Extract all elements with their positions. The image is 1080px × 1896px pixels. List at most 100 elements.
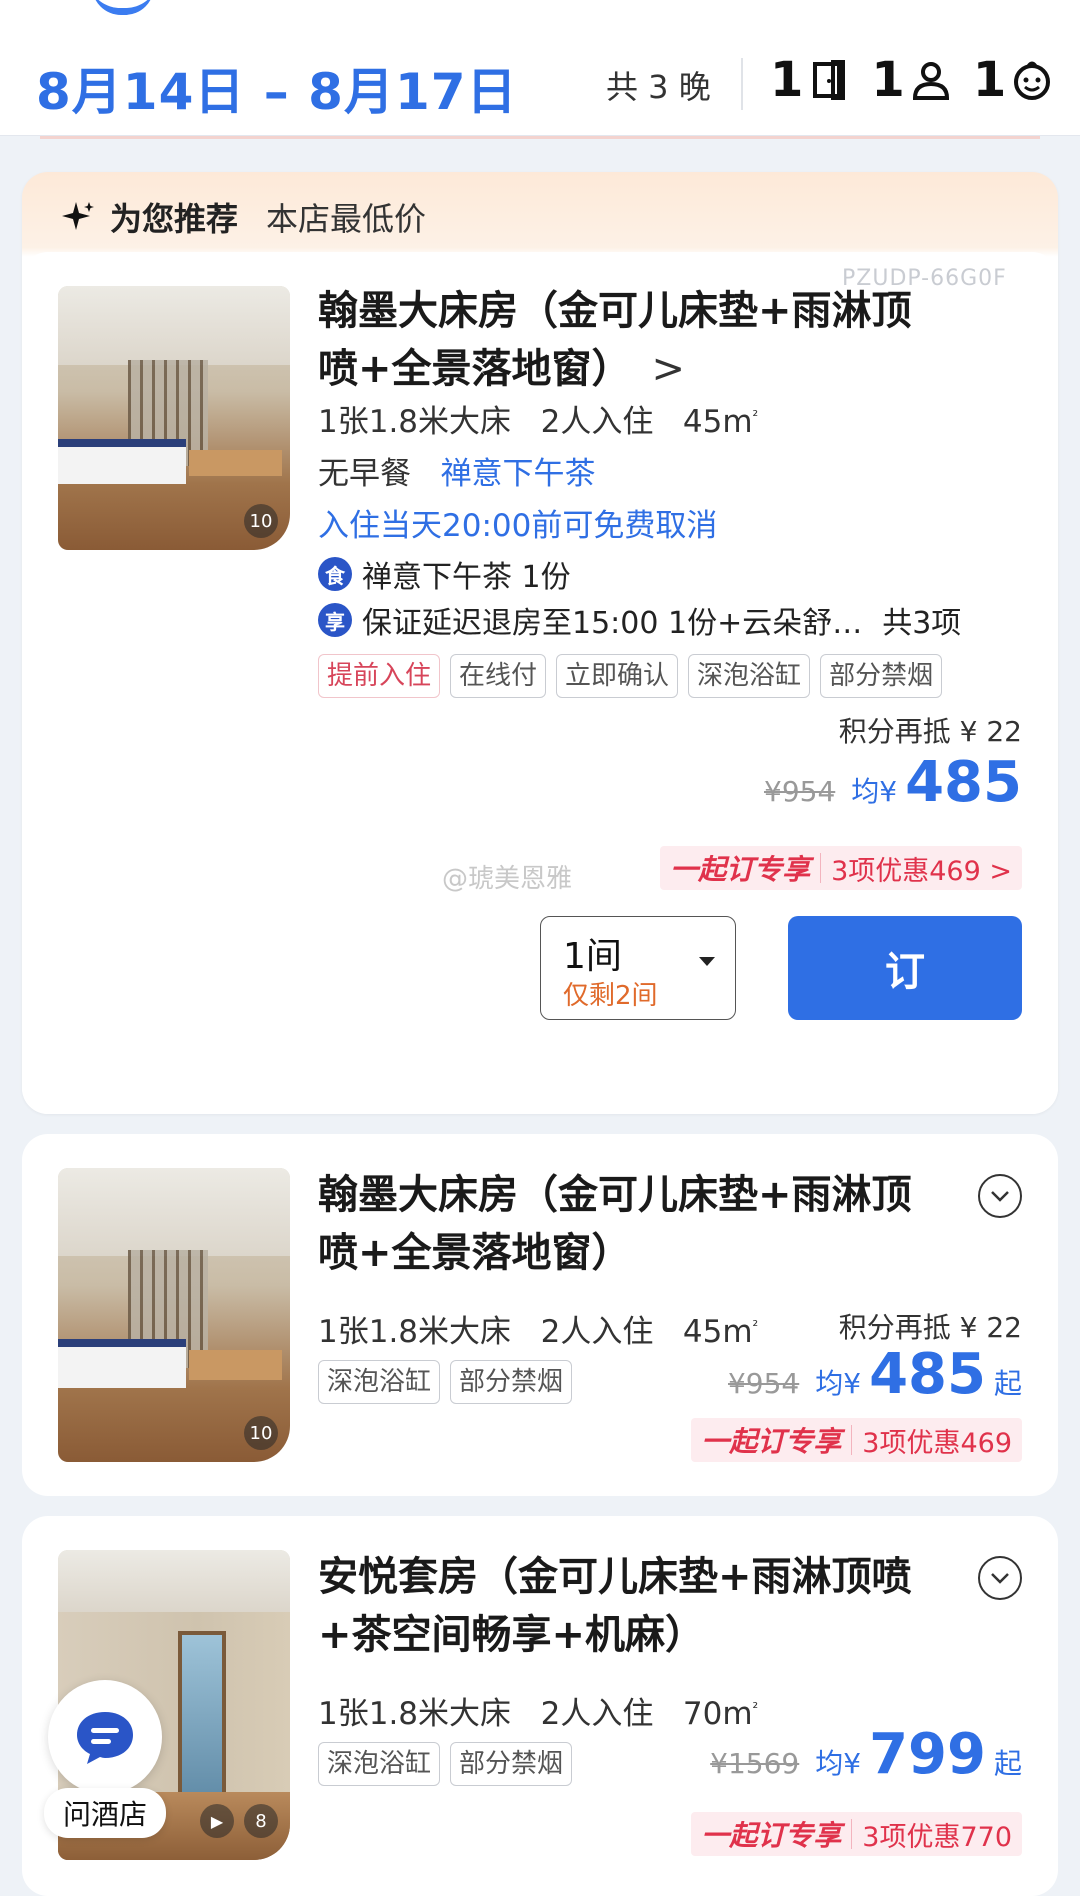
cancel-policy[interactable]: 入住当天20:00前可免费取消 xyxy=(318,500,717,545)
tag: 立即确认 xyxy=(556,654,679,698)
nights-count: 共 3 晚 xyxy=(606,68,711,106)
recommend-subtitle: 本店最低价 xyxy=(266,200,427,238)
room-tags: 提前入住 在线付 立即确认 深泡浴缸 部分禁烟 xyxy=(318,654,943,698)
bed-type: 1张1.8米大床 xyxy=(318,1696,512,1732)
avg-label: 均¥ xyxy=(815,1747,862,1780)
room-name[interactable]: 翰墨大床房（金可儿床垫+雨淋顶喷+全景落地窗） xyxy=(318,1166,938,1282)
perk-food: 食 禅意下午茶 1份 xyxy=(318,552,571,596)
promo-label: 一起订专享 xyxy=(701,1819,842,1852)
chevron-right-icon: > xyxy=(651,346,686,392)
watermark-text: @琥美恩雅 xyxy=(442,864,573,894)
recommend-banner: 为您推荐 本店最低价 xyxy=(62,194,426,240)
expand-chevron-icon[interactable] xyxy=(978,1174,1022,1218)
room-tags: 深泡浴缸 部分禁烟 xyxy=(318,1742,573,1786)
guest-capacity: 2人入住 xyxy=(540,404,654,440)
price: 799 xyxy=(869,1722,986,1787)
photo-count-badge: 8 xyxy=(244,1804,278,1838)
logo-fragment xyxy=(92,0,154,15)
guest-room-selector[interactable]: 1 1 1 xyxy=(770,52,1054,108)
room-area: 45m xyxy=(682,404,753,440)
room-count[interactable]: 1 xyxy=(770,52,851,108)
tag: 提前入住 xyxy=(318,654,441,698)
recommend-title: 为您推荐 xyxy=(110,200,239,238)
room-specs: 1张1.8米大床 2人入住 45m² xyxy=(318,396,758,441)
tag: 深泡浴缸 xyxy=(318,1742,441,1786)
price-row: ¥954 均¥ 485 起 xyxy=(728,1342,1022,1407)
child-face-icon xyxy=(1014,61,1051,100)
promo-detail: 3项优惠469 > xyxy=(831,855,1012,887)
perk-benefit-text: 保证延迟退房至15:00 1份+云朵舒… xyxy=(362,606,863,641)
original-price: ¥1569 xyxy=(710,1747,800,1780)
room-tags: 深泡浴缸 部分禁烟 xyxy=(318,1360,573,1404)
perk-food-text: 禅意下午茶 1份 xyxy=(362,560,571,595)
room-card[interactable]: ▶ 8 安悦套房（金可儿床垫+雨淋顶喷+茶空间畅享+机麻） 1张1.8米大床 2… xyxy=(22,1516,1058,1896)
ask-hotel-button[interactable]: 问酒店 xyxy=(44,1680,166,1850)
child-count-value: 1 xyxy=(972,52,1007,108)
adult-count[interactable]: 1 xyxy=(871,52,952,108)
promo-detail: 3项优惠469 xyxy=(862,1427,1012,1459)
caret-down-icon xyxy=(699,957,715,966)
room-specs: 1张1.8米大床 2人入住 70m² xyxy=(318,1688,758,1733)
recommended-section: 为您推荐 本店最低价 PZUDP-66G0F 10 翰墨大床房（金可儿床垫+雨淋… xyxy=(22,172,1058,1114)
room-name[interactable]: 安悦套房（金可儿床垫+雨淋顶喷+茶空间畅享+机麻） xyxy=(318,1548,938,1664)
original-price: ¥954 xyxy=(764,775,836,808)
guest-capacity: 2人入住 xyxy=(540,1314,654,1350)
perk-benefit[interactable]: 享 保证延迟退房至15:00 1份+云朵舒… 共3项 xyxy=(318,598,961,642)
door-icon xyxy=(813,60,846,100)
perk-total: 共3项 xyxy=(882,606,962,641)
tag: 部分禁烟 xyxy=(450,1360,573,1404)
header-accent-line xyxy=(40,136,1040,139)
food-icon: 食 xyxy=(318,557,352,591)
promo-banner[interactable]: 一起订专享 3项优惠469 > xyxy=(660,846,1022,890)
price-row: ¥954 均¥ 485 xyxy=(764,750,1022,815)
price: 485 xyxy=(905,750,1022,815)
expand-chevron-icon[interactable] xyxy=(978,1556,1022,1600)
tag: 部分禁烟 xyxy=(450,1742,573,1786)
promo-label: 一起订专享 xyxy=(701,1425,842,1458)
room-quantity-select[interactable]: 1间 仅剩2间 xyxy=(540,916,736,1020)
chat-bubble-icon xyxy=(77,1712,133,1764)
chat-circle[interactable] xyxy=(48,1680,162,1794)
person-icon xyxy=(912,62,949,100)
date-range[interactable]: 8月14日 – 8月17日 xyxy=(36,52,518,124)
ask-hotel-label[interactable]: 问酒店 xyxy=(44,1788,166,1838)
adult-count-value: 1 xyxy=(871,52,905,108)
tag: 深泡浴缸 xyxy=(318,1360,441,1404)
room-count-value: 1 xyxy=(770,52,804,108)
area-unit: ² xyxy=(752,408,759,425)
points-deduct: 积分再抵 ¥ 22 xyxy=(838,1311,1022,1344)
breakfast-label: 无早餐 xyxy=(318,456,411,492)
bed-type: 1张1.8米大床 xyxy=(318,1314,512,1350)
room-card[interactable]: PZUDP-66G0F 10 翰墨大床房（金可儿床垫+雨淋顶喷+全景落地窗） > … xyxy=(22,252,1058,1114)
book-button[interactable]: 订 xyxy=(788,916,1022,1020)
room-name[interactable]: 翰墨大床房（金可儿床垫+雨淋顶喷+全景落地窗） > xyxy=(318,282,938,398)
room-specs: 1张1.8米大床 2人入住 45m² xyxy=(318,1306,758,1351)
date-header: 8月14日 – 8月17日 共 3 晚 1 1 1 xyxy=(0,0,1080,136)
tea-link[interactable]: 禅意下午茶 xyxy=(441,456,596,492)
photo-count-badge: 10 xyxy=(244,1416,278,1450)
promo-detail: 3项优惠770 xyxy=(862,1821,1012,1853)
child-count[interactable]: 1 xyxy=(973,52,1054,108)
divider xyxy=(741,58,743,110)
promo-banner[interactable]: 一起订专享 3项优惠770 xyxy=(691,1812,1022,1856)
price-from-label: 起 xyxy=(993,1367,1022,1400)
quantity-value: 1间 xyxy=(563,936,622,977)
room-name-text: 翰墨大床房（金可儿床垫+雨淋顶喷+全景落地窗） xyxy=(318,288,912,392)
play-icon[interactable]: ▶ xyxy=(200,1804,234,1838)
tag: 在线付 xyxy=(450,654,547,698)
meal-info: 无早餐 禅意下午茶 xyxy=(318,448,596,493)
points-deduct: 积分再抵 ¥ 22 xyxy=(838,715,1022,748)
tag: 深泡浴缸 xyxy=(688,654,811,698)
benefit-icon: 享 xyxy=(318,603,352,637)
room-card[interactable]: 10 翰墨大床房（金可儿床垫+雨淋顶喷+全景落地窗） 1张1.8米大床 2人入住… xyxy=(22,1134,1058,1496)
bed-type: 1张1.8米大床 xyxy=(318,404,512,440)
promo-banner[interactable]: 一起订专享 3项优惠469 xyxy=(691,1418,1022,1462)
room-thumbnail[interactable]: 10 xyxy=(58,1168,290,1462)
area-unit: ² xyxy=(752,1318,759,1335)
promo-label: 一起订专享 xyxy=(670,853,811,886)
tag: 部分禁烟 xyxy=(820,654,943,698)
price-row: ¥1569 均¥ 799 起 xyxy=(710,1722,1022,1787)
room-thumbnail[interactable]: 10 xyxy=(58,286,290,550)
guest-capacity: 2人入住 xyxy=(540,1696,654,1732)
area-unit: ² xyxy=(752,1700,759,1717)
